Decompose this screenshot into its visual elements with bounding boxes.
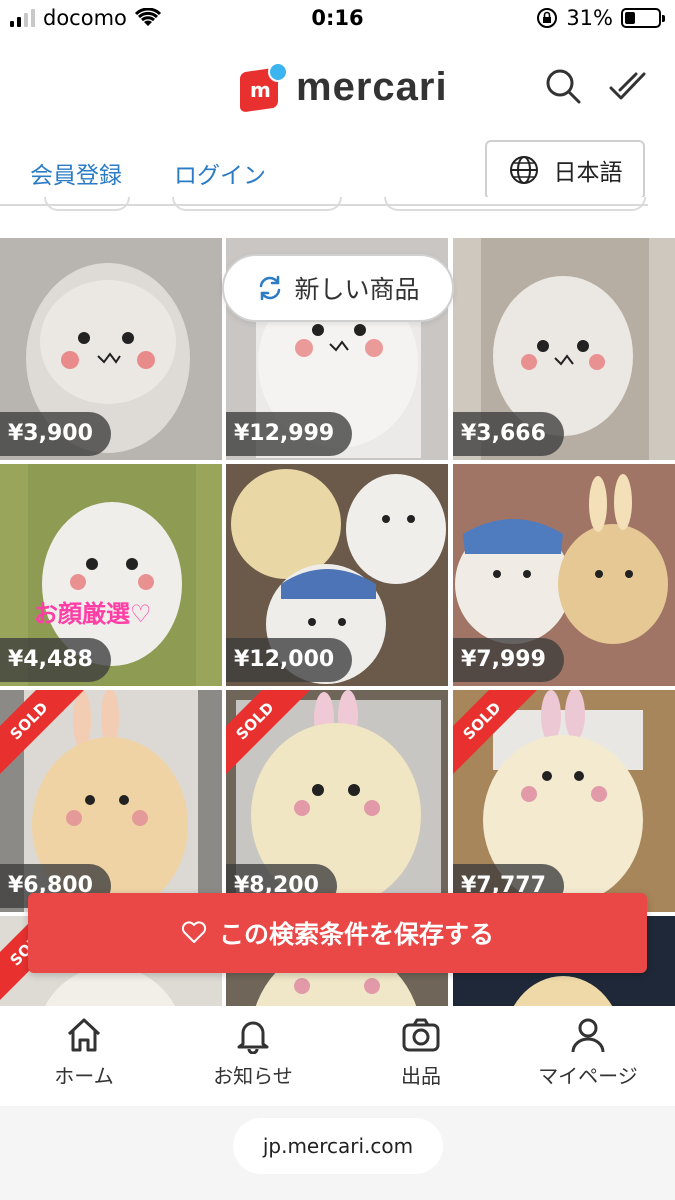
globe-icon (509, 156, 538, 184)
language-label: 日本語 (553, 160, 623, 186)
camera-icon (402, 1018, 440, 1052)
nav-mypage-label: マイページ (538, 1064, 638, 1088)
nav-home-label: ホーム (54, 1064, 114, 1088)
browser-url-bar: jp.mercari.com (0, 1106, 675, 1200)
new-items-label: 新しい商品 (294, 275, 420, 304)
battery-group: 31% (536, 6, 665, 30)
login-link[interactable]: ログイン (174, 156, 266, 190)
status-bar: docomo 0:16 31% (0, 0, 675, 40)
seller-overlay-text: お顔厳選♡ (34, 600, 152, 628)
product-grid: ¥3,900 ¥12,999 ¥3,666 お顔厳選♡ ¥4,488 ¥12,0… (0, 238, 675, 1006)
nav-sell[interactable]: 出品 (341, 1016, 501, 1089)
nav-notifications-label: お知らせ (213, 1064, 293, 1088)
app-header: m mercari (0, 40, 675, 138)
price-tag: ¥4,488 (0, 638, 111, 682)
price-tag: ¥3,900 (0, 412, 111, 456)
price-tag: ¥3,666 (453, 412, 564, 456)
orientation-lock-icon (537, 8, 558, 28)
refresh-icon (260, 275, 281, 301)
mercari-logo[interactable]: m mercari (238, 62, 448, 113)
save-search-label: この検索条件を保存する (218, 920, 494, 949)
product-tile[interactable]: ¥7,999 (453, 464, 675, 686)
home-icon (67, 1018, 101, 1052)
register-link[interactable]: 会員登録 (30, 156, 122, 190)
divider (0, 204, 648, 206)
product-tile[interactable]: SOLD ¥6,800 (0, 690, 222, 912)
battery-percent: 31% (566, 6, 613, 30)
price-tag: ¥12,000 (226, 638, 353, 682)
price-tag: ¥7,999 (453, 638, 564, 682)
product-tile[interactable]: ¥3,900 (0, 238, 222, 460)
bell-icon (237, 1021, 269, 1054)
logo-mark-icon: m (238, 62, 288, 113)
price-tag: ¥12,999 (226, 412, 353, 456)
nav-mypage[interactable]: マイページ (508, 1016, 668, 1089)
auth-row: 会員登録 ログイン 日本語 (0, 138, 675, 204)
person-icon (571, 1018, 605, 1053)
product-tile[interactable]: お顔厳選♡ ¥4,488 (0, 464, 222, 686)
checklist-icon[interactable] (608, 66, 648, 106)
battery-icon (621, 8, 665, 28)
heart-icon (181, 921, 207, 943)
nav-notifications[interactable]: お知らせ (173, 1016, 333, 1089)
bottom-nav: ホーム お知らせ 出品 マイページ (0, 1006, 675, 1106)
product-tile[interactable]: ¥3,666 (453, 238, 675, 460)
search-icon[interactable] (543, 66, 583, 106)
new-items-button[interactable]: 新しい商品 (222, 254, 454, 322)
logo-text: mercari (296, 64, 448, 109)
product-tile[interactable]: ¥12,000 (226, 464, 448, 686)
save-search-button[interactable]: この検索条件を保存する (28, 893, 647, 973)
product-tile[interactable]: SOLD ¥8,200 (226, 690, 448, 912)
product-tile[interactable]: SOLD ¥7,777 (453, 690, 675, 912)
url-field[interactable]: jp.mercari.com (233, 1118, 443, 1174)
nav-home[interactable]: ホーム (4, 1016, 164, 1089)
language-button[interactable]: 日本語 (485, 140, 645, 200)
nav-sell-label: 出品 (401, 1064, 441, 1088)
